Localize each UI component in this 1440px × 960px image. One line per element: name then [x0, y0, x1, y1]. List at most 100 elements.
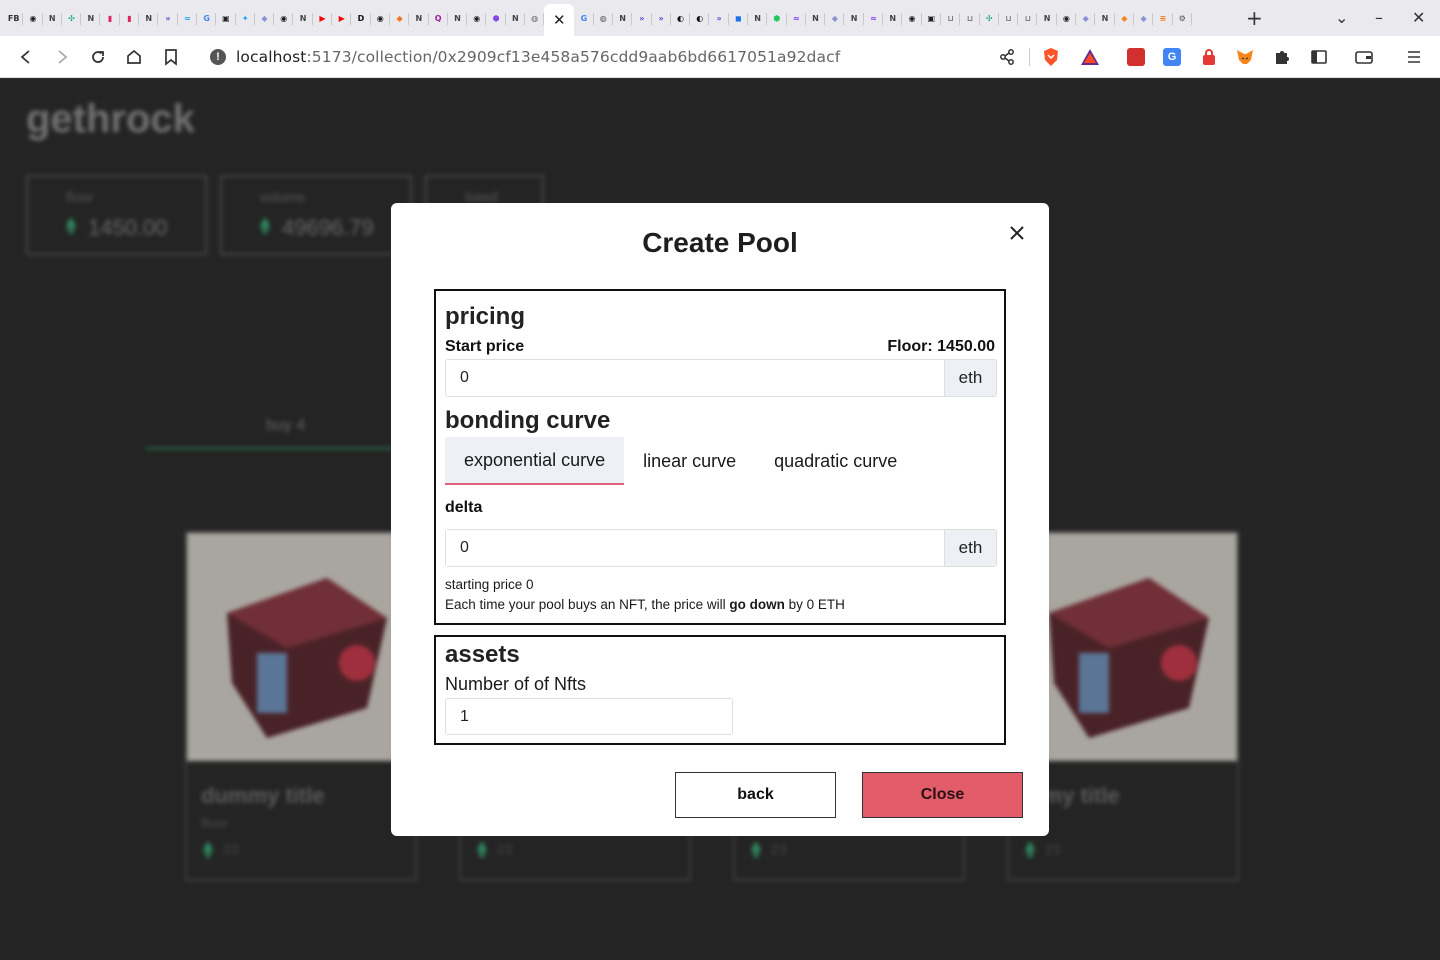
docs-icon: » [658, 13, 664, 23]
browser-tab[interactable]: ▮ [100, 4, 121, 32]
delta-input[interactable] [446, 530, 944, 566]
extensions-puzzle-icon[interactable] [1272, 47, 1292, 67]
browser-tab[interactable]: ⚙ [1173, 4, 1193, 32]
browser-tab[interactable]: N [1037, 4, 1058, 32]
browser-tab[interactable]: ⬢ [486, 4, 507, 32]
browser-tab[interactable]: ◉ [274, 4, 294, 32]
sidebar-toggle-icon[interactable] [1309, 47, 1329, 67]
browser-tab[interactable]: ≈ [787, 4, 807, 32]
browser-tab[interactable]: ◐ [690, 4, 710, 32]
home-button[interactable] [122, 45, 146, 69]
browser-tab[interactable]: ◆ [390, 4, 410, 32]
browser-tab[interactable]: ◉ [902, 4, 922, 32]
browser-tab[interactable]: Q [429, 4, 449, 32]
browser-tab[interactable]: FB [4, 4, 24, 32]
lock-extension-icon[interactable] [1199, 47, 1219, 67]
wallet-icon[interactable] [1354, 47, 1374, 67]
browser-tab[interactable]: » [158, 4, 178, 32]
tab-linear-curve[interactable]: linear curve [624, 437, 755, 485]
menu-hamburger-icon[interactable] [1404, 47, 1424, 67]
share-icon[interactable] [997, 47, 1017, 67]
browser-tab[interactable]: ⊔ [941, 4, 961, 32]
forward-nav-button[interactable] [50, 45, 74, 69]
modal-title: Create Pool [642, 227, 798, 258]
browser-tab[interactable]: ▣ [922, 4, 942, 32]
browser-tab[interactable]: ◍ [594, 4, 614, 32]
browser-tab[interactable]: G [197, 4, 217, 32]
browser-tab[interactable]: N [293, 4, 314, 32]
bookmark-button[interactable] [159, 45, 183, 69]
active-browser-tab[interactable]: ✕ [544, 4, 575, 36]
browser-tab[interactable]: ◼ [729, 4, 749, 32]
browser-tab[interactable]: ⊔ [999, 4, 1019, 32]
browser-tab[interactable]: ⊔ [960, 4, 980, 32]
browser-tab[interactable]: N [748, 4, 768, 32]
browser-tab[interactable]: ⊔ [1018, 4, 1038, 32]
url-text[interactable]: localhost:5173/collection/0x2909cf13e458… [236, 48, 840, 66]
browser-tab[interactable]: ◍ [525, 4, 545, 32]
browser-tab[interactable]: ◆ [825, 4, 845, 32]
translate-icon[interactable]: G [1162, 47, 1182, 67]
minimize-button[interactable]: – [1375, 8, 1383, 27]
browser-tab[interactable]: ◉ [371, 4, 391, 32]
browser-tab[interactable]: ◆ [1115, 4, 1135, 32]
browser-tab[interactable]: N [506, 4, 526, 32]
github-icon: ◉ [376, 13, 384, 23]
tab-close-icon[interactable]: ✕ [553, 11, 566, 29]
back-button[interactable]: back [675, 772, 836, 818]
browser-tab[interactable]: N [883, 4, 903, 32]
browser-tab[interactable]: N [844, 4, 865, 32]
tab-exponential-curve[interactable]: exponential curve [445, 437, 625, 485]
window-close-button[interactable]: ✕ [1412, 8, 1425, 27]
browser-tab[interactable]: » [709, 4, 729, 32]
site-info-icon[interactable]: ! [210, 49, 226, 65]
browser-tab[interactable]: ≈ [864, 4, 884, 32]
browser-tab[interactable]: N [409, 4, 429, 32]
github-icon: ◉ [29, 13, 37, 23]
start-price-input[interactable] [446, 360, 944, 396]
back-nav-button[interactable] [14, 45, 38, 69]
reload-button[interactable] [86, 45, 110, 69]
browser-tab[interactable]: ≡ [1153, 4, 1173, 32]
browser-tab[interactable]: » [652, 4, 672, 32]
tab-list-chevron-icon[interactable]: ⌄ [1335, 8, 1348, 27]
browser-tab[interactable]: N [81, 4, 101, 32]
nfts-count-input[interactable] [445, 698, 733, 735]
browser-tab[interactable]: N [448, 4, 468, 32]
close-button[interactable]: Close [862, 772, 1023, 818]
browser-tab[interactable]: ▮ [120, 4, 140, 32]
browser-tab[interactable]: G [574, 4, 594, 32]
browser-tab[interactable]: ▣ [216, 4, 236, 32]
box-icon: ▣ [927, 13, 936, 23]
browser-tab[interactable]: ◉ [23, 4, 43, 32]
browser-tab[interactable]: D [351, 4, 371, 32]
browser-tab[interactable]: N [139, 4, 159, 32]
browser-tab[interactable]: ≈ [178, 4, 198, 32]
new-tab-button[interactable]: + [1246, 6, 1263, 30]
browser-tab[interactable]: N [613, 4, 633, 32]
browser-tab[interactable]: ◆ [1134, 4, 1154, 32]
brave-shield-icon[interactable] [1041, 47, 1061, 67]
browser-tab[interactable]: ✣ [62, 4, 82, 32]
browser-tab[interactable]: N [1095, 4, 1115, 32]
browser-tab[interactable]: ▶ [313, 4, 333, 32]
browser-tab[interactable]: N [43, 4, 63, 32]
notion-icon: N [850, 13, 858, 23]
browser-tab[interactable]: ◉ [467, 4, 487, 32]
browser-tab[interactable]: ◆ [1076, 4, 1096, 32]
browser-tab[interactable]: ◉ [1057, 4, 1077, 32]
brave-rewards-icon[interactable] [1080, 47, 1100, 67]
extension-red-icon[interactable] [1126, 47, 1146, 67]
metamask-icon[interactable] [1235, 47, 1255, 67]
browser-tab[interactable]: ◐ [671, 4, 691, 32]
address-bar[interactable]: ! localhost:5173/collection/0x2909cf13e4… [198, 41, 1028, 73]
browser-tab[interactable]: ✦ [236, 4, 256, 32]
browser-tab[interactable]: ◆ [255, 4, 275, 32]
browser-tab[interactable]: ✣ [980, 4, 1000, 32]
browser-tab[interactable]: ⬢ [767, 4, 787, 32]
modal-close-button[interactable] [1003, 219, 1031, 247]
browser-tab[interactable]: ▶ [332, 4, 352, 32]
browser-tab[interactable]: N [806, 4, 826, 32]
tab-quadratic-curve[interactable]: quadratic curve [755, 437, 916, 485]
browser-tab[interactable]: » [632, 4, 652, 32]
